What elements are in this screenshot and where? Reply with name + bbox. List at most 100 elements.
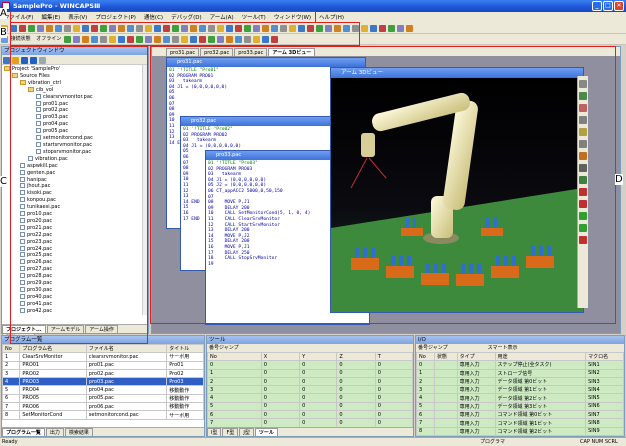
table-row[interactable]: 3 専用入力 データ領域 第1ビット SIN4	[416, 385, 624, 395]
table-cell: データ領域 第0ビット	[494, 376, 587, 387]
table-cell: pro06.pac	[85, 402, 168, 412]
table-row[interactable]: 20000	[207, 376, 414, 387]
column-header[interactable]: Y	[299, 351, 338, 362]
smart-view-button[interactable]: スマート表示	[488, 345, 518, 351]
table-cell: 0	[260, 410, 301, 420]
table-cell: 0	[260, 418, 301, 428]
column-header[interactable]: タイプ	[456, 351, 496, 362]
variable-type-tab[interactable]: F型	[222, 428, 239, 436]
table-header-row: No X Y Z T	[207, 351, 414, 362]
table-cell	[433, 385, 458, 395]
table-cell: 0	[260, 376, 301, 387]
table-row[interactable]: 4 PRO03 pro03.pac Pro03	[1, 377, 204, 387]
label-a: A	[0, 8, 7, 19]
table-cell: PRO02	[19, 368, 87, 379]
table-cell: 0	[374, 410, 414, 420]
variable-type-tab[interactable]: J型	[239, 428, 254, 436]
jump-button[interactable]: 番号ジャンプ	[209, 345, 239, 351]
table-row[interactable]: 7 専用入力 コマンド領域 第1ビット SIN8	[416, 418, 624, 428]
table-row[interactable]: 6 PRO05 pro05.pac 移動動作	[1, 393, 204, 404]
close-button[interactable]: ✕	[614, 1, 624, 11]
column-header[interactable]: X	[260, 351, 301, 362]
table-cell: 0	[299, 393, 338, 403]
table-cell: SIN6	[585, 401, 624, 412]
output-tab[interactable]: プログラム一覧	[2, 428, 45, 436]
table-row[interactable]: 0 専用入力 ステップ停止(全タスク) SIN1	[416, 360, 624, 370]
table-row[interactable]: 8 専用入力 コマンド領域 第2ビット SIN9	[416, 426, 624, 436]
output-tab[interactable]: 検索結果	[64, 428, 93, 436]
minimize-button[interactable]: _	[592, 1, 602, 11]
toolbar-button-icon[interactable]	[388, 25, 395, 32]
table-row[interactable]: 10000	[207, 368, 414, 378]
table-row[interactable]: 3 PRO02 pro02.pac Pro02	[1, 368, 204, 379]
table-cell: 0	[336, 410, 376, 420]
table-cell: 0	[374, 360, 414, 370]
toolbar-button-icon[interactable]	[406, 25, 413, 32]
tool-table: No X Y Z T 0 0 0 0 0 1 0 0 0 0 2 0 0 0 0 3 0 0 0 0 4 0 0 0 0 5 0 0 0 0 6 0 0 0…	[207, 351, 414, 436]
column-header[interactable]: No	[207, 351, 262, 362]
table-row[interactable]: 50000	[207, 401, 414, 412]
column-header[interactable]: T	[374, 351, 414, 362]
column-header[interactable]: 用途	[494, 351, 587, 362]
status-keys: CAP NUM SCRL	[580, 439, 618, 445]
table-cell	[433, 410, 458, 420]
variable-type-tab[interactable]: I型	[207, 428, 222, 436]
table-cell: Pro02	[166, 368, 204, 379]
io-jump-button[interactable]: 番号ジャンプ	[418, 345, 448, 351]
table-cell: サーボ用	[166, 410, 204, 420]
toolbar-button-icon[interactable]	[379, 25, 386, 32]
project-tool-icon[interactable]	[3, 57, 10, 64]
toolbar-button-icon[interactable]	[397, 25, 404, 32]
table-row[interactable]: 6 専用入力 コマンド領域 第0ビット SIN7	[416, 410, 624, 420]
table-cell	[433, 360, 458, 370]
io-jump-bar: 番号ジャンプ スマート表示	[416, 344, 624, 352]
table-row[interactable]: 60000	[207, 410, 414, 420]
table-row[interactable]: 00000	[207, 360, 414, 370]
table-row[interactable]: 5 専用入力 データ領域 第3ビット SIN6	[416, 401, 624, 412]
output-tab[interactable]: 出力	[45, 428, 64, 436]
table-row[interactable]: 1 ClearSrvMonitor clearsrvmonitor.pac サーボ用	[1, 352, 204, 362]
table-cell	[433, 426, 458, 436]
table-row[interactable]: 8 SetMonitorCond setmonitorcond.pac サーボ用	[1, 410, 204, 420]
table-cell: 専用入力	[456, 360, 496, 370]
region-b-box	[10, 22, 360, 46]
table-header-row: No プログラム名 ファイル名 タイトル	[1, 343, 204, 354]
table-cell: setmonitorcond.pac	[85, 410, 168, 420]
table-cell: 5	[207, 401, 262, 412]
io-table: No 状態 タイプ 用途 マクロ名 0 専用入力 ステップ停止(全タスク) SIN1 1 専用入力ス…	[416, 351, 624, 436]
table-cell: 4	[207, 393, 262, 403]
table-row[interactable]: 7 PRO06 pro06.pac 移動動作	[1, 402, 204, 412]
table-cell: サーボ用	[166, 352, 204, 362]
toolbar-button-icon[interactable]	[370, 25, 377, 32]
table-cell	[433, 401, 458, 412]
column-header[interactable]: No	[416, 351, 435, 362]
table-row[interactable]: 40000	[207, 393, 414, 403]
table-cell: 0	[299, 360, 338, 370]
table-cell: 7	[1, 402, 21, 412]
column-header[interactable]: No	[1, 343, 21, 354]
column-header[interactable]: Z	[336, 351, 376, 362]
table-cell: SetMonitorCond	[19, 410, 87, 420]
tool-panel-title: ツール	[207, 336, 413, 344]
table-row[interactable]: 4 専用入力 データ領域 第2ビット SIN5	[416, 393, 624, 403]
table-cell: 移動動作	[166, 393, 204, 404]
maximize-button[interactable]: □	[603, 1, 613, 11]
column-header[interactable]: 状態	[433, 351, 458, 362]
table-row[interactable]: 1 専用入力 ストローブ信号 SIN2	[416, 368, 624, 378]
variable-type-tab[interactable]: ツール	[254, 428, 278, 436]
toolbar-button-icon[interactable]	[361, 25, 368, 32]
column-header[interactable]: ファイル名	[85, 343, 168, 354]
table-cell: 0	[260, 360, 301, 370]
column-header[interactable]: マクロ名	[585, 351, 624, 362]
column-header[interactable]: タイトル	[166, 343, 204, 354]
table-row[interactable]: 5 PRO04 pro04.pac 移動動作	[1, 385, 204, 395]
table-row[interactable]: 30000	[207, 385, 414, 395]
table-cell: データ領域 第2ビット	[494, 393, 587, 403]
table-cell: 移動動作	[166, 385, 204, 395]
table-cell: 0	[374, 393, 414, 403]
table-row[interactable]: 2 PRO01 pro01.pac Pro01	[1, 360, 204, 370]
column-header[interactable]: プログラム名	[19, 343, 87, 354]
table-cell: 専用入力	[456, 385, 496, 395]
table-row[interactable]: 70000	[207, 418, 414, 428]
table-row[interactable]: 2 専用入力 データ領域 第0ビット SIN3	[416, 376, 624, 387]
